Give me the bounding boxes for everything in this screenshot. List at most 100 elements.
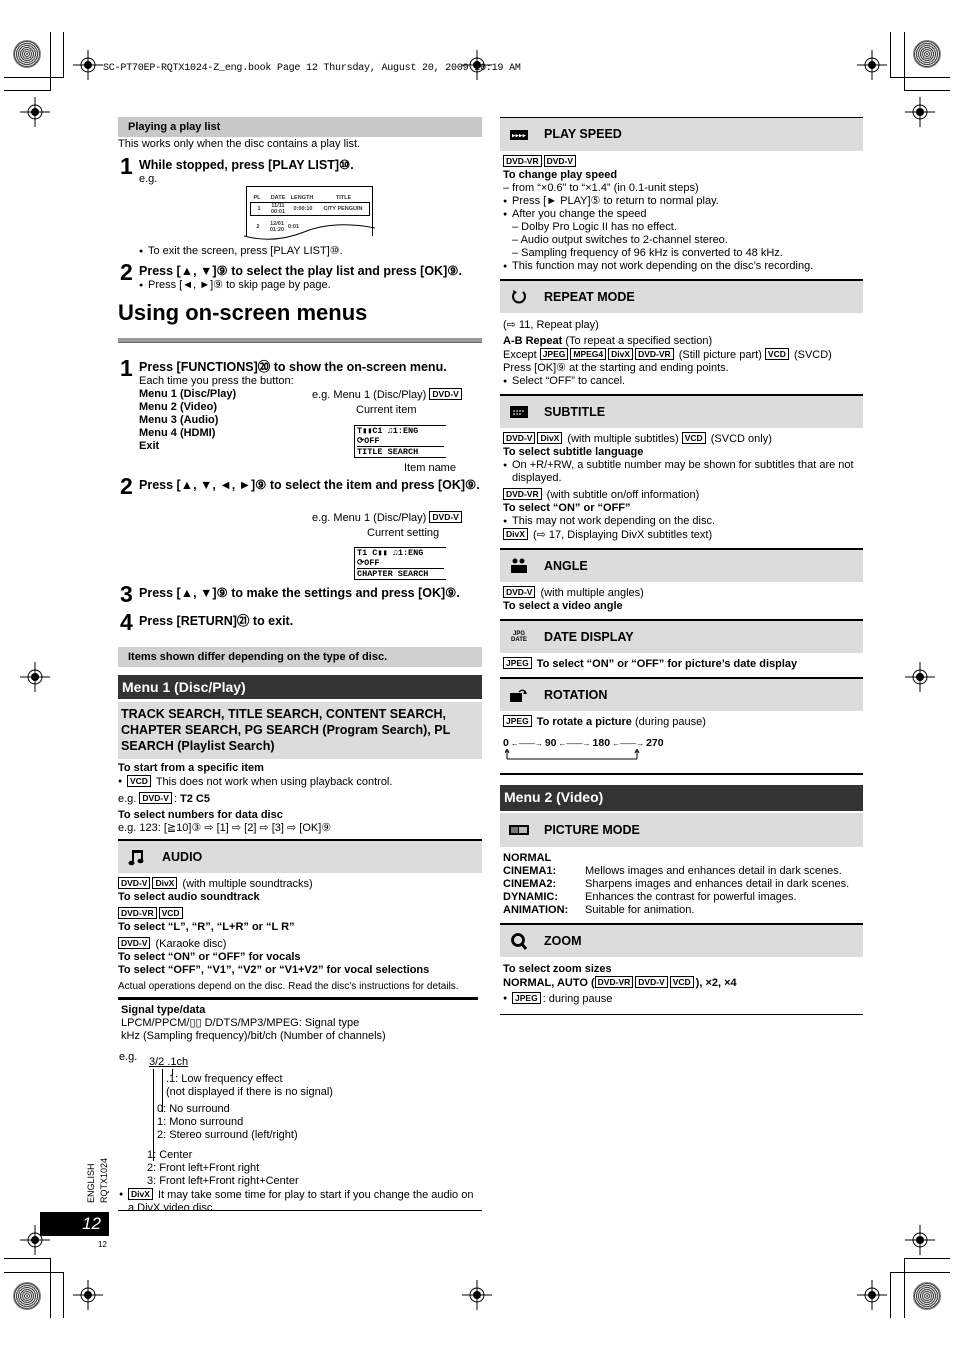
step-title: Press [▲, ▼]⑨ to select the play list an…	[139, 264, 462, 278]
step-title: While stopped, press [PLAY LIST]⑩.	[139, 158, 354, 172]
disc-tag: JPEG	[512, 992, 541, 1004]
crop-mark	[4, 1272, 64, 1273]
onscreen-step-4: 4 Press [RETURN]㉑ to exit.	[118, 610, 482, 641]
feature-label: AUDIO	[162, 849, 203, 864]
audio-body: DVD-V DivX (with multiple soundtracks) To…	[118, 877, 482, 993]
disc-tag: MPEG4	[570, 348, 607, 360]
osd-display-title-search: T▮▮C1 ♫1:ENG ⟳OFF TITLE SEARCH	[354, 425, 446, 458]
picture-mode-icon	[508, 821, 530, 839]
registration-mark-icon	[857, 1280, 887, 1310]
left-column: Playing a play list This works only when…	[118, 117, 482, 1214]
osd-example-caption: e.g. Menu 1 (Disc/Play) DVD-V	[312, 511, 464, 525]
disc-tag: DVD-VR	[503, 488, 542, 500]
step-bullet: Press [◄, ►]⑨ to skip page by page.	[139, 279, 482, 292]
disc-tag: DVD-VR	[503, 155, 542, 167]
right-column: ▸▸▸▸ PLAY SPEED DVD-VR DVD-V To change pl…	[500, 117, 863, 1015]
differ-note-bar: Items shown differ depending on the type…	[118, 647, 482, 667]
jpg-date-icon: JPG DATE	[511, 631, 527, 643]
color-rosette-icon	[913, 40, 941, 68]
feature-play-speed-header: ▸▸▸▸ PLAY SPEED	[500, 117, 863, 151]
disc-tag: DivX	[152, 877, 178, 889]
menu-list-item: Menu 2 (Video)	[139, 401, 218, 413]
feature-date-display-header: JPG DATE DATE DISPLAY	[500, 619, 863, 653]
rotation-body: JPEG To rotate a picture (during pause) …	[500, 715, 863, 773]
disc-tag: DVD-VR	[635, 348, 674, 360]
repeat-icon	[508, 288, 530, 306]
disc-tag: DVD-VR	[118, 907, 157, 919]
step-sub: Each time you press the button:	[139, 375, 294, 387]
date-display-body: JPEG To select “ON” or “OFF” for picture…	[500, 657, 863, 671]
registration-mark-icon	[905, 97, 935, 127]
svg-text:▸▸▸▸: ▸▸▸▸	[512, 132, 527, 139]
crop-mark	[904, 90, 950, 91]
disc-tag: DVD-V	[503, 432, 536, 444]
numbers-example: e.g. 123: [≧10]③ ⇨ [1] ⇨ [2] ⇨ [3] ⇨ [OK…	[118, 822, 332, 834]
menu-1-header: Menu 1 (Disc/Play)	[118, 675, 482, 699]
disc-tag: DVD-V	[429, 511, 462, 523]
disc-tag: DVD-V	[118, 937, 151, 949]
registration-mark-icon	[73, 1280, 103, 1310]
step-number: 3	[120, 581, 133, 607]
crop-mark	[904, 1258, 905, 1318]
color-rosette-icon	[13, 40, 41, 68]
crop-mark	[50, 1258, 51, 1318]
feature-rotation-header: ROTATION	[500, 677, 863, 711]
crop-mark	[4, 1258, 50, 1259]
registration-mark-icon	[20, 97, 50, 127]
disc-tag: VCD	[681, 432, 706, 444]
feature-picture-mode-header: PICTURE MODE	[500, 813, 863, 847]
signal-section: Signal type/data LPCM/PPCM/▯▯ D/DTS/MP3/…	[118, 1004, 482, 1214]
osd-display-chapter-search: T1 C▮▮ ♫1:ENG ⟳OFF CHAPTER SEARCH	[354, 547, 446, 580]
disc-tag: DVD-V	[635, 976, 668, 988]
angle-body: DVD-V (with multiple angles) To select a…	[503, 586, 644, 612]
registration-mark-icon	[905, 1225, 935, 1255]
vcd-note: VCD This does not work when using playba…	[118, 775, 482, 789]
current-item-label: Current item	[356, 404, 417, 416]
book-info-line: SC-PT70EP-RQTX1024-Z_eng.book Page 12 Th…	[103, 63, 521, 74]
feature-zoom-header: ZOOM	[500, 923, 863, 957]
playlist-step-2: 2 Press [▲, ▼]⑨ to select the play list …	[118, 260, 482, 292]
model-code: RQTX1024	[99, 1157, 109, 1203]
disc-tag: JPEG	[503, 715, 532, 727]
disc-tag: VCD	[158, 907, 183, 919]
feature-subtitle-header: SUBTITLE	[500, 394, 863, 428]
disc-tag: DVD-V	[118, 877, 151, 889]
step-number: 1	[120, 355, 133, 381]
crop-mark	[63, 32, 64, 78]
step-title: Press [▲, ▼]⑨ to make the settings and p…	[139, 586, 460, 600]
disc-tag: JPEG	[539, 348, 569, 360]
disc-tag: DivX	[128, 1188, 153, 1200]
feature-angle-header: ANGLE	[500, 548, 863, 582]
step-number: 2	[120, 473, 133, 499]
disc-tag: DVD-V	[139, 792, 172, 804]
feature-repeat-header: REPEAT MODE	[500, 279, 863, 313]
disc-tag: DVD-V	[429, 388, 462, 400]
disc-tag: DVD-V	[543, 155, 577, 167]
playlist-intro: This works only when the disc contains a…	[118, 138, 361, 150]
feature-audio-header: AUDIO	[118, 839, 482, 873]
magnifier-icon	[508, 932, 530, 950]
step-title: Press [▲, ▼, ◄, ►]⑨ to select the item a…	[139, 478, 480, 492]
crop-mark	[890, 77, 950, 78]
item-name-label: Item name	[404, 462, 456, 474]
disc-tag: DivX	[503, 528, 528, 540]
step-title: Press [FUNCTIONS]⑳ to show the on-screen…	[139, 360, 447, 374]
onscreen-step-3: 3 Press [▲, ▼]⑨ to make the settings and…	[118, 581, 482, 613]
music-note-icon	[126, 848, 148, 866]
specific-item-title: To start from a specific item	[118, 762, 264, 774]
onscreen-step-1: 1 Press [FUNCTIONS]⑳ to show the on-scre…	[118, 355, 482, 477]
crop-mark	[4, 90, 50, 91]
subtitle-icon	[508, 403, 530, 421]
playlist-step-1: 1 While stopped, press [PLAY LIST]⑩. e.g…	[118, 154, 482, 186]
crop-mark	[890, 1272, 891, 1318]
language-label: ENGLISH	[86, 1163, 96, 1203]
disc-tag: VCD	[669, 976, 694, 988]
disc-tag: DivX	[608, 348, 634, 360]
crop-mark	[50, 32, 51, 91]
subtitle-body: DVD-V DivX (with multiple subtitles) VCD …	[500, 432, 863, 542]
zoom-body: To select zoom sizes NORMAL, AUTO (DVD-V…	[500, 963, 863, 1006]
play-speed-body: DVD-VR DVD-V To change play speed – from …	[500, 155, 863, 273]
picture-mode-list: NORMAL CINEMA1: Mellows images and enhanc…	[503, 852, 850, 916]
page-number-small: 12	[98, 1240, 107, 1249]
rotation-icon	[508, 686, 530, 704]
